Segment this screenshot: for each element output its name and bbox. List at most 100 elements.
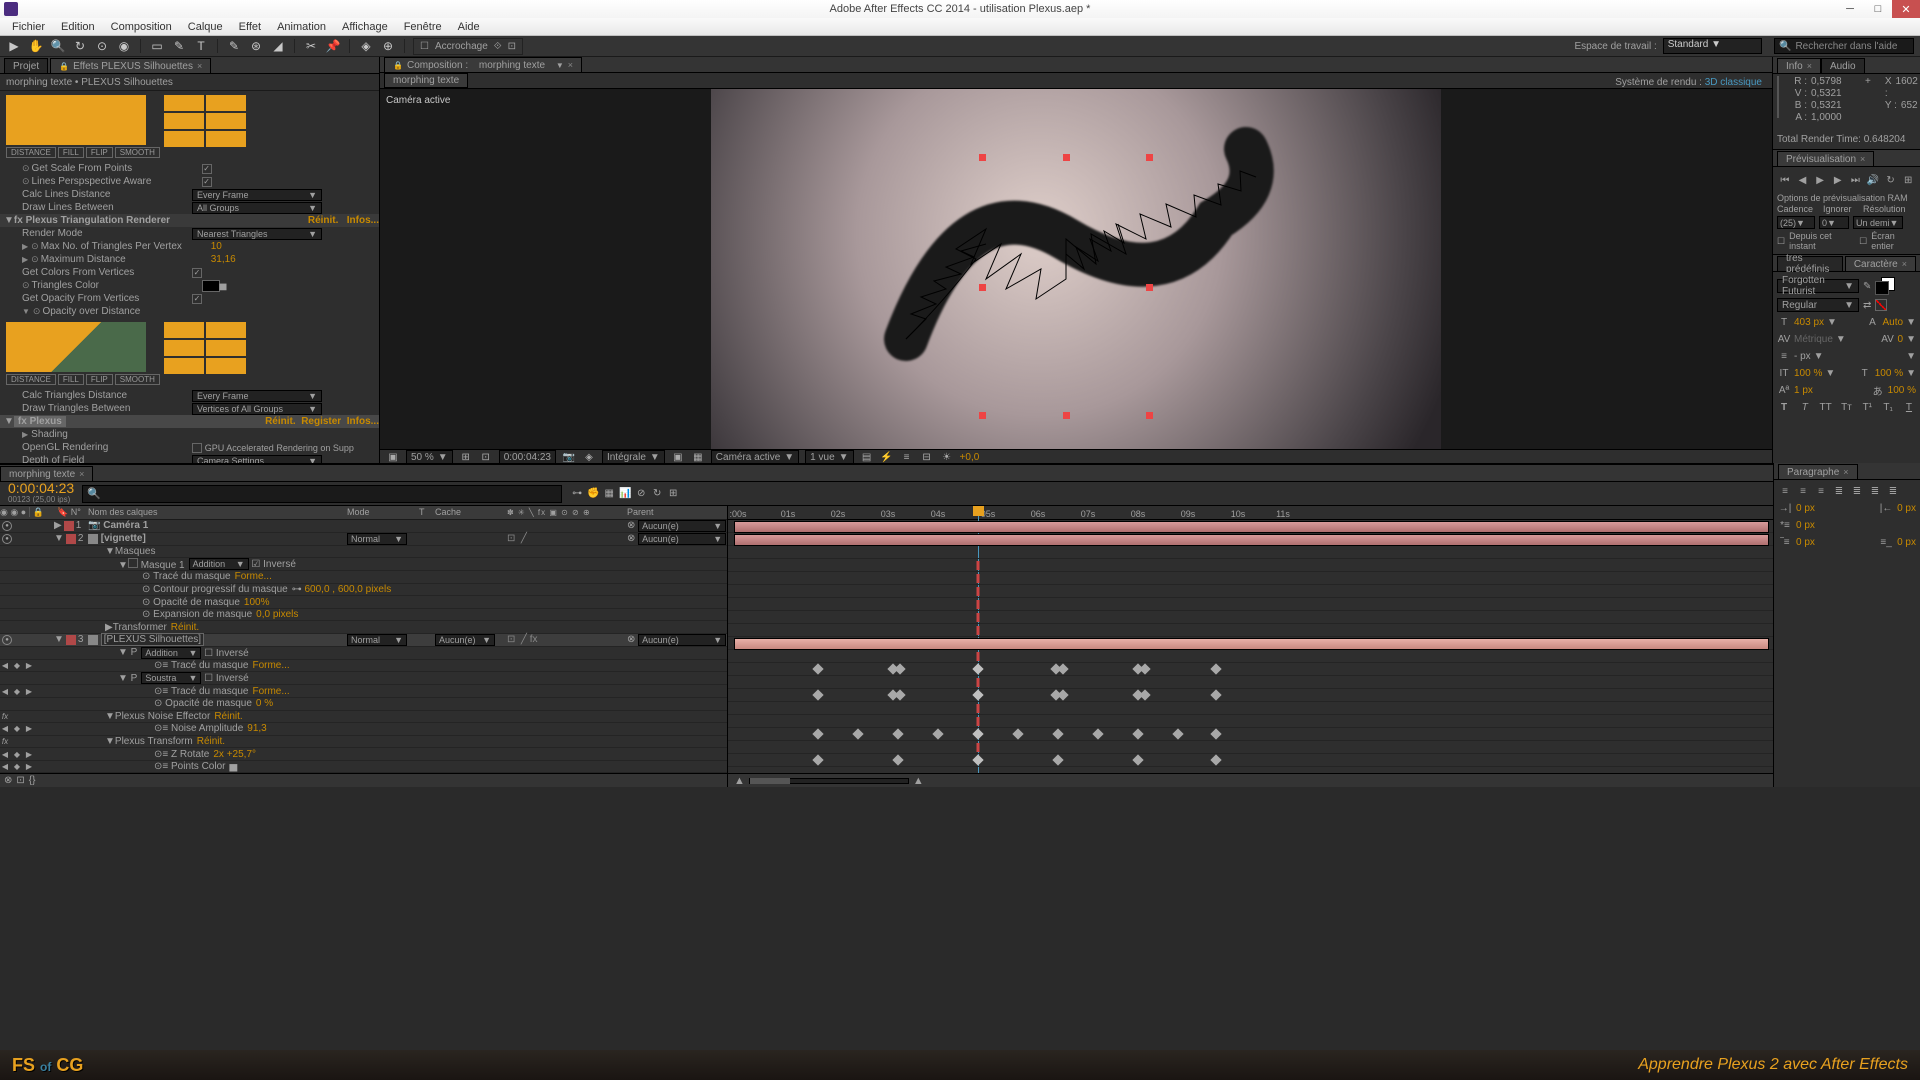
- font-style-select[interactable]: Regular▼: [1777, 298, 1859, 312]
- eraser-tool-icon[interactable]: ◢: [270, 38, 286, 54]
- time-ruler[interactable]: :00s 01s 02s 03s 04s 05s 06s 07s 08s 09s…: [728, 506, 1773, 520]
- eye-icon[interactable]: ●: [2, 521, 12, 531]
- no-fill-icon[interactable]: [1875, 299, 1887, 311]
- shape-tool-icon[interactable]: ▭: [149, 38, 165, 54]
- pan-behind-tool-icon[interactable]: ◉: [116, 38, 132, 54]
- value[interactable]: 10: [211, 241, 222, 252]
- opacity-distance-graph[interactable]: DISTANCEFILLFLIPSMOOTH: [0, 318, 379, 389]
- checkbox[interactable]: ✓: [192, 268, 202, 278]
- pickwhip-icon[interactable]: ⊗: [627, 634, 635, 645]
- puppet-tool-icon[interactable]: 📌: [325, 38, 341, 54]
- brush-tool-icon[interactable]: ✎: [226, 38, 242, 54]
- snap-toggle[interactable]: ☐Accrochage⟐⊡: [413, 38, 523, 55]
- tl-tool-icon[interactable]: ⊞: [666, 487, 680, 501]
- fx-header-plexus[interactable]: ▼fx PlexusRéinit. Register Infos...: [0, 415, 379, 428]
- layer-handle[interactable]: [1146, 284, 1153, 291]
- time-display[interactable]: 0:00:04:23: [499, 450, 556, 464]
- play-icon[interactable]: ▶: [1812, 173, 1828, 187]
- res-icon[interactable]: ⊞: [459, 450, 473, 464]
- underline-icon[interactable]: T: [1902, 400, 1916, 414]
- zoom-tool-icon[interactable]: 🔍: [50, 38, 66, 54]
- pickwhip-icon[interactable]: ⊗: [627, 533, 635, 544]
- layer-bar[interactable]: [734, 534, 1769, 546]
- menu-aide[interactable]: Aide: [450, 21, 488, 33]
- camera-tool-icon[interactable]: ⊙: [94, 38, 110, 54]
- view-select[interactable]: Caméra active ▼: [711, 450, 799, 464]
- font-select[interactable]: Forgotten Futurist▼: [1777, 279, 1859, 293]
- timeline-tab[interactable]: morphing texte×: [0, 466, 93, 481]
- minimize-button[interactable]: ─: [1836, 0, 1864, 18]
- views-select[interactable]: 1 vue ▼: [805, 450, 853, 464]
- transparency-icon[interactable]: ▦: [691, 450, 705, 464]
- menu-edition[interactable]: Edition: [53, 21, 103, 33]
- channel-icon[interactable]: ◈: [582, 450, 596, 464]
- maximize-button[interactable]: □: [1864, 0, 1892, 18]
- tl-tool-icon[interactable]: ⊶: [570, 487, 584, 501]
- kerning[interactable]: Métrique: [1794, 334, 1833, 345]
- zoom-select[interactable]: 50 % ▼: [406, 450, 453, 464]
- justify-right-icon[interactable]: ≣: [1868, 484, 1882, 498]
- superscript-icon[interactable]: T¹: [1860, 400, 1874, 414]
- bold-icon[interactable]: T: [1777, 400, 1791, 414]
- snapshot-icon[interactable]: 📷: [562, 450, 576, 464]
- grid-icon[interactable]: ⊡: [479, 450, 493, 464]
- menu-affichage[interactable]: Affichage: [334, 21, 396, 33]
- expression-icon[interactable]: ≡: [162, 660, 168, 671]
- rotate-tool-icon[interactable]: ↻: [72, 38, 88, 54]
- align-right-icon[interactable]: ≡: [1814, 484, 1828, 498]
- dropdown[interactable]: Every Frame▼: [192, 390, 322, 402]
- tl-foot-icon[interactable]: {}: [29, 775, 36, 786]
- dropdown[interactable]: Every Frame▼: [192, 189, 322, 201]
- subscript-icon[interactable]: T₁: [1881, 400, 1895, 414]
- roi-icon[interactable]: ▣: [671, 450, 685, 464]
- skip-select[interactable]: 0▼: [1819, 216, 1849, 229]
- tab-effects[interactable]: 🔒Effets PLEXUS Silhouettes×: [50, 58, 211, 73]
- menu-animation[interactable]: Animation: [269, 21, 334, 33]
- vscale[interactable]: 100 %: [1794, 368, 1822, 379]
- render-sys-link[interactable]: 3D classique: [1705, 77, 1762, 88]
- first-frame-icon[interactable]: ⏮: [1777, 173, 1793, 187]
- dropdown[interactable]: Camera Settings▼: [192, 455, 322, 464]
- tab-composition[interactable]: 🔒Composition : morphing texte ▼×: [384, 57, 582, 72]
- timecode[interactable]: 0:00:04:2300123 (25,00 ips): [0, 483, 82, 505]
- dropdown[interactable]: Nearest Triangles▼: [192, 228, 322, 240]
- checkbox[interactable]: [192, 443, 202, 453]
- zoom-in-icon[interactable]: ▲: [913, 775, 924, 787]
- align-center-icon[interactable]: ≡: [1796, 484, 1810, 498]
- layer-row-camera[interactable]: ● ▶1 📷 Caméra 1 ⊗ Aucun(e)▼: [0, 520, 727, 533]
- fast-preview-icon[interactable]: ⚡: [880, 450, 894, 464]
- roto-tool-icon[interactable]: ✂: [303, 38, 319, 54]
- justify-center-icon[interactable]: ≣: [1850, 484, 1864, 498]
- opacity-graph[interactable]: DISTANCEFILLFLIPSMOOTH: [0, 91, 379, 162]
- layer-handle[interactable]: [979, 284, 986, 291]
- comp-minitab[interactable]: morphing texte: [384, 73, 468, 88]
- layer-handle[interactable]: [1063, 412, 1070, 419]
- help-search-input[interactable]: 🔍Rechercher dans l'aide: [1774, 38, 1914, 54]
- mask-mode[interactable]: Soustra▼: [141, 672, 201, 684]
- align-left-icon[interactable]: ≡: [1778, 484, 1792, 498]
- tab-presets[interactable]: tres prédéfinis: [1777, 256, 1843, 271]
- timeline-search[interactable]: 🔍: [82, 485, 562, 503]
- prev-frame-icon[interactable]: ◀: [1795, 173, 1811, 187]
- tl-tool-icon[interactable]: 📊: [618, 487, 632, 501]
- fx-header-triangulation[interactable]: ▼fx Plexus Triangulation RendererRéinit.…: [0, 214, 379, 227]
- tl-tool-icon[interactable]: ↻: [650, 487, 664, 501]
- comp-viewer[interactable]: Caméra active: [380, 89, 1772, 449]
- tab-audio[interactable]: Audio: [1821, 58, 1865, 73]
- layer-bar[interactable]: [734, 638, 1769, 650]
- tracking[interactable]: 0: [1898, 334, 1904, 345]
- exposure-icon[interactable]: ☀: [940, 450, 954, 464]
- next-frame-icon[interactable]: ▶: [1830, 173, 1846, 187]
- mask-mode[interactable]: Addition▼: [141, 647, 201, 659]
- eyedropper-icon[interactable]: ▅: [220, 280, 227, 291]
- close-tab-icon[interactable]: ×: [568, 60, 573, 70]
- eye-icon[interactable]: ●: [2, 534, 12, 544]
- resolution-select[interactable]: Intégrale ▼: [602, 450, 665, 464]
- timeline-graph[interactable]: :00s 01s 02s 03s 04s 05s 06s 07s 08s 09s…: [728, 506, 1773, 787]
- loop-icon[interactable]: ↻: [1883, 173, 1899, 187]
- layer-bar[interactable]: [734, 521, 1769, 533]
- hscale[interactable]: 100 %: [1875, 368, 1903, 379]
- layer-handle[interactable]: [1146, 412, 1153, 419]
- eyedropper-icon[interactable]: ✎: [1863, 281, 1871, 292]
- eyedropper-icon[interactable]: ▅: [229, 761, 237, 772]
